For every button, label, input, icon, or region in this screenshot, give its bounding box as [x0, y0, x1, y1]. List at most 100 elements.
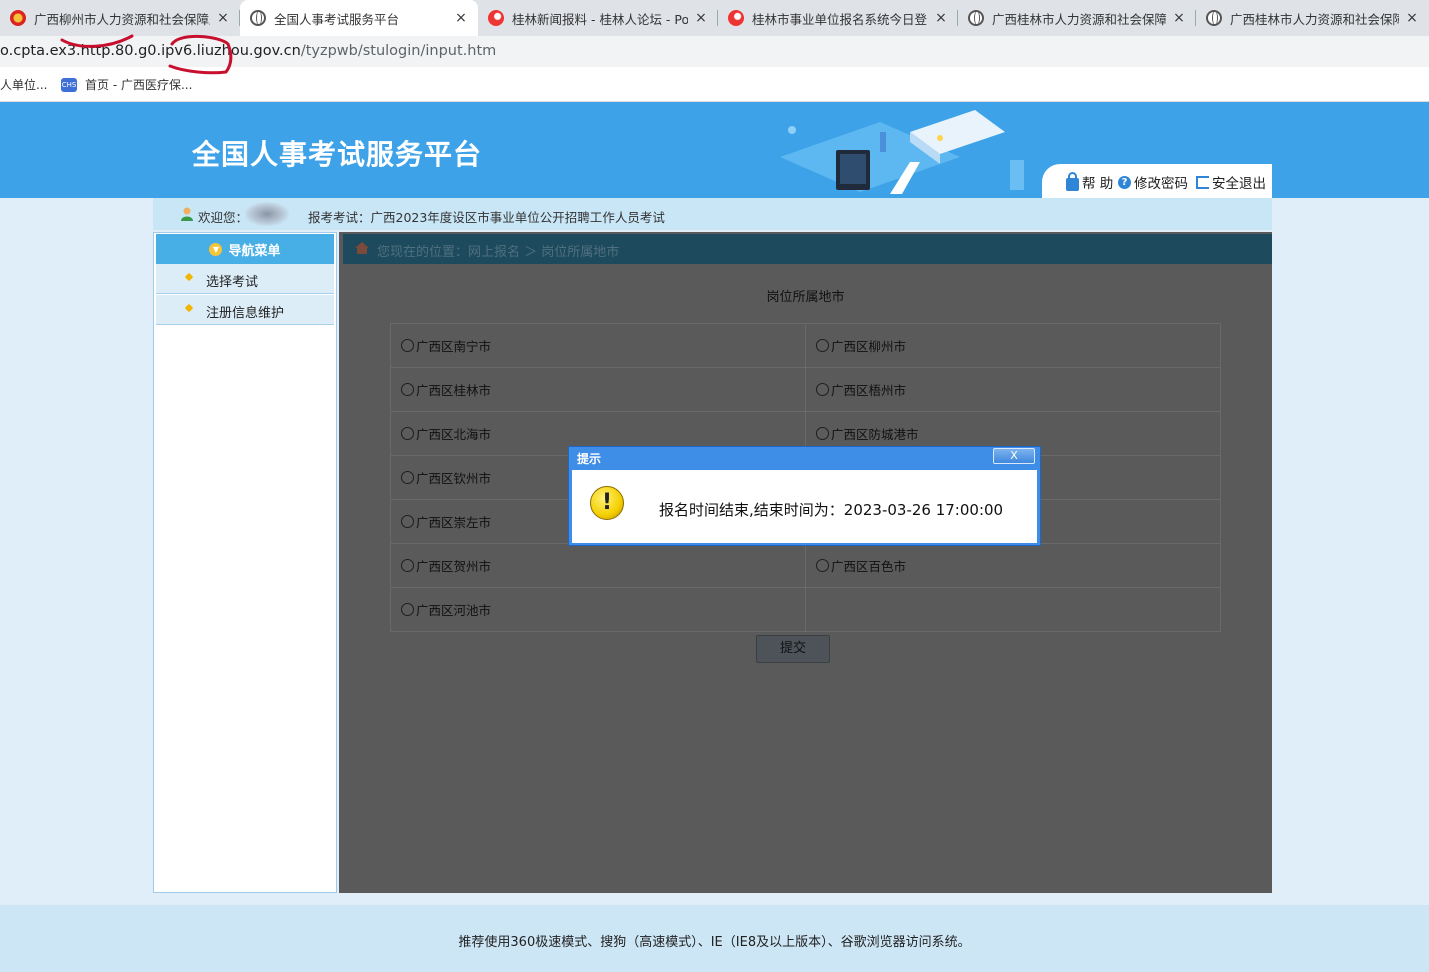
browser-tab[interactable]: 桂林市事业单位报名系统今日登 ×: [718, 0, 958, 36]
empty-cell: [805, 587, 1221, 632]
city-option[interactable]: 广西区柳州市: [805, 323, 1221, 368]
city-label: 广西区防城港市: [831, 427, 919, 442]
dialog-close-button[interactable]: X: [993, 448, 1035, 464]
question-icon: ?: [1118, 175, 1131, 189]
nav-item-label: 注册信息维护: [206, 306, 285, 321]
header-illustration: [780, 110, 1024, 194]
table-row: 广西区南宁市 广西区柳州市: [390, 323, 1221, 368]
radio-button[interactable]: [401, 339, 414, 352]
form-title: 岗位所属地市: [766, 290, 845, 305]
city-label: 广西区钦州市: [416, 471, 492, 486]
lock-icon: [1066, 171, 1079, 191]
alert-dialog: 提示 X ! 报名时间结束,结束时间为：2023-03-26 17:00:00: [568, 446, 1041, 546]
footer: 推荐使用360极速模式、搜狗（高速模式）、IE（IE8及以上版本）、谷歌浏览器访…: [0, 905, 1429, 972]
emblem-icon: [10, 10, 26, 26]
browser-tab[interactable]: 广西桂林市人力资源和社会保障局 ×: [1196, 0, 1429, 36]
globe-icon: [1206, 10, 1222, 26]
footer-text: 推荐使用360极速模式、搜狗（高速模式）、IE（IE8及以上版本）、谷歌浏览器访…: [458, 935, 971, 950]
tab-close-icon[interactable]: ×: [934, 10, 948, 26]
browser-tab[interactable]: 广西桂林市人力资源和社会保障局 ×: [958, 0, 1196, 36]
city-label: 广西区河池市: [416, 603, 492, 618]
city-option[interactable]: 广西区贺州市: [390, 543, 806, 588]
nav-header-label: 导航菜单: [228, 243, 281, 259]
table-row: 广西区贺州市 广西区百色市: [390, 543, 1221, 588]
browser-tab[interactable]: 广西柳州市人力资源和社会保障局 ×: [0, 0, 240, 36]
tab-title: 广西柳州市人力资源和社会保障局: [34, 11, 210, 27]
red-logo-icon: [728, 10, 744, 26]
city-label: 广西区百色市: [831, 559, 907, 574]
welcome-bar: 欢迎您： 报考考试：广西2023年度设区市事业单位公开招聘工作人员考试: [153, 198, 1272, 230]
radio-button[interactable]: [401, 427, 414, 440]
chs-icon: CHS: [61, 77, 77, 92]
city-option[interactable]: 广西区梧州市: [805, 367, 1221, 412]
radio-button[interactable]: [401, 515, 414, 528]
radio-button[interactable]: [816, 427, 829, 440]
bookmark-item[interactable]: CHS 首页 - 广西医疗保...: [61, 76, 192, 93]
city-label: 广西区桂林市: [416, 383, 492, 398]
tab-close-icon[interactable]: ×: [694, 10, 708, 26]
tab-title: 广西桂林市人力资源和社会保障局: [1230, 11, 1399, 27]
city-option[interactable]: 广西区河池市: [390, 587, 806, 632]
change-password-label: 修改密码: [1134, 176, 1188, 192]
logout-link[interactable]: 安全退出: [1196, 172, 1266, 192]
red-annotation-marks: [60, 34, 233, 75]
logout-label: 安全退出: [1212, 176, 1266, 192]
bookmark-item[interactable]: 人单位...: [0, 76, 47, 93]
nav-header: ▼ 导航菜单: [156, 234, 334, 264]
welcome-label: 欢迎您：: [198, 210, 249, 225]
radio-button[interactable]: [401, 471, 414, 484]
tab-title: 广西桂林市人力资源和社会保障局: [992, 11, 1166, 27]
table-row: 广西区桂林市 广西区梧州市: [390, 367, 1221, 412]
tab-title: 全国人事考试服务平台: [274, 11, 400, 27]
table-row: 广西区河池市: [390, 587, 1221, 632]
dialog-body: ! 报名时间结束,结束时间为：2023-03-26 17:00:00: [572, 470, 1037, 543]
browser-tab-active[interactable]: 全国人事考试服务平台 ×: [240, 0, 478, 36]
browser-tab[interactable]: 桂林新闻报料 - 桂林人论坛 - Po ×: [478, 0, 718, 36]
tab-close-icon[interactable]: ×: [1405, 10, 1419, 26]
city-label: 广西区柳州市: [831, 339, 907, 354]
bullet-icon: [184, 303, 194, 313]
dialog-title: 提示: [577, 452, 602, 466]
dialog-message: 报名时间结束,结束时间为：2023-03-26 17:00:00: [659, 501, 1004, 519]
city-option[interactable]: 广西区百色市: [805, 543, 1221, 588]
bullet-icon: [184, 272, 194, 282]
city-label: 广西区南宁市: [416, 339, 492, 354]
radio-button[interactable]: [401, 559, 414, 572]
blurred-username: [245, 202, 289, 226]
nav-item-select-exam[interactable]: 选择考试: [156, 264, 334, 294]
red-logo-icon: [488, 10, 504, 26]
radio-button[interactable]: [816, 339, 829, 352]
city-option[interactable]: 广西区桂林市: [390, 367, 806, 412]
url-path: /tyzpwb/stulogin/input.htm: [300, 43, 497, 59]
tab-title: 桂林新闻报料 - 桂林人论坛 - Po: [512, 11, 688, 27]
tab-close-icon[interactable]: ×: [454, 10, 468, 26]
user-icon: [181, 207, 193, 221]
breadcrumb-text: 您现在的位置：网上报名 ＞ 岗位所属地市: [377, 245, 620, 260]
side-nav: ▼ 导航菜单 选择考试 注册信息维护: [153, 232, 337, 893]
city-option[interactable]: 广西区南宁市: [390, 323, 806, 368]
chevron-down-icon: ▼: [209, 242, 223, 256]
globe-icon: [250, 10, 266, 26]
submit-button[interactable]: 提交: [756, 635, 830, 663]
tab-close-icon[interactable]: ×: [1172, 10, 1186, 26]
exam-name: 报考考试：广西2023年度设区市事业单位公开招聘工作人员考试: [308, 210, 665, 225]
change-password-link[interactable]: ? 修改密码: [1118, 172, 1188, 192]
browser-tab-strip: 广西柳州市人力资源和社会保障局 × 全国人事考试服务平台 × 桂林新闻报料 - …: [0, 0, 1429, 36]
nav-item-label: 选择考试: [206, 275, 259, 290]
city-label: 广西区崇左市: [416, 515, 492, 530]
bookmark-label: 首页 - 广西医疗保...: [85, 78, 193, 92]
nav-item-registration-info[interactable]: 注册信息维护: [156, 295, 334, 325]
city-label: 广西区北海市: [416, 427, 492, 442]
site-title: 全国人事考试服务平台: [192, 138, 483, 171]
globe-icon: [968, 10, 984, 26]
help-label: 帮 助: [1082, 176, 1114, 192]
radio-button[interactable]: [816, 383, 829, 396]
radio-button[interactable]: [401, 383, 414, 396]
radio-button[interactable]: [401, 603, 414, 616]
radio-button[interactable]: [816, 559, 829, 572]
home-icon: [355, 242, 369, 254]
tab-close-icon[interactable]: ×: [216, 10, 230, 26]
city-label: 广西区贺州市: [416, 559, 492, 574]
tab-title: 桂林市事业单位报名系统今日登: [752, 11, 928, 27]
help-link[interactable]: 帮 助: [1066, 171, 1114, 192]
